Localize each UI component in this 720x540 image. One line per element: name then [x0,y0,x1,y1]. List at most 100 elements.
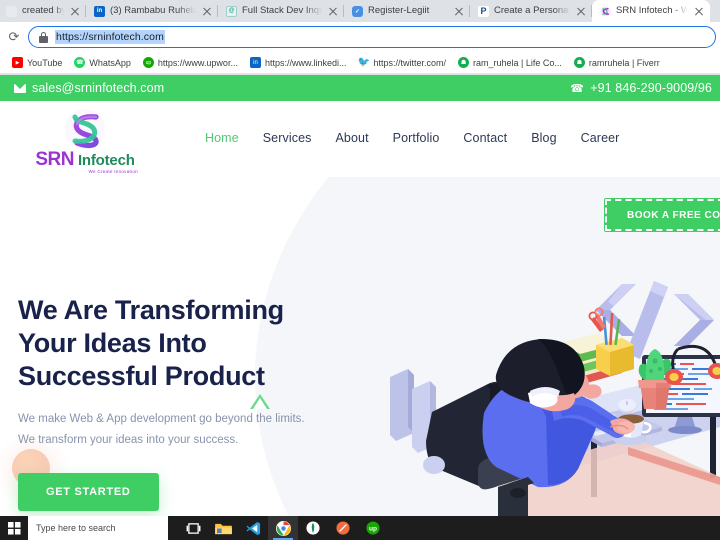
browser-tab[interactable]: ✓ Register-Legiit [344,0,470,22]
mongodb-compass-icon[interactable] [298,516,328,540]
chrome-glyph [275,520,291,536]
main-navigation: Home Services About Portfolio Contact Bl… [205,131,619,145]
tab-title: created by Ra [22,5,64,16]
bookmark-item[interactable]: in https://www.linkedi... [244,55,353,70]
email-text: sales@srninfotech.com [32,81,165,95]
bookmark-label: YouTube [27,57,63,68]
page-title: We Are Transforming Your Ideas Into Succ… [18,295,284,391]
bookmark-item[interactable]: up https://www.upwor... [137,55,244,70]
browser-tab[interactable]: created by Ra [0,0,86,22]
close-icon[interactable] [575,5,587,17]
tab-strip: created by Ra in (3) Rambabu Ruhela | @ … [0,0,720,22]
envelope-icon [14,83,26,93]
site-header: SRN Infotech We Create Innovation Home S… [0,101,720,177]
bookmark-label: https://www.linkedi... [264,57,347,68]
book-consultation-button[interactable]: BOOK A FREE CONSU [605,199,720,231]
paypal-icon: P [478,5,489,17]
bookmark-label: ram_ruhela | Life Co... [473,57,562,68]
tab-title: Register-Legiit [368,5,430,16]
nav-item-portfolio[interactable]: Portfolio [393,131,440,145]
bookmarks-bar: ▶ YouTube ☎ WhatsApp up https://www.upwo… [0,52,720,74]
file-explorer-icon[interactable] [208,516,238,540]
mouse [618,399,636,413]
nav-item-blog[interactable]: Blog [531,131,556,145]
site-logo[interactable]: SRN Infotech We Create Innovation [26,107,144,174]
whatsapp-icon: ☎ [74,57,86,68]
nav-item-home[interactable]: Home [205,131,239,145]
logo-secondary-text: Infotech [77,152,135,169]
legiit-icon: ✓ [352,5,363,17]
logo-wordmark: SRN Infotech [26,149,144,171]
reload-icon[interactable]: ⟳ [4,27,24,47]
green-lock-icon: ☗ [458,57,470,68]
srn-icon [600,5,611,17]
opera-glyph [336,521,350,535]
vscode-glyph [245,521,260,535]
bookmark-item[interactable]: ▶ YouTube [6,55,68,70]
bookmark-item[interactable]: ☗ ramruhela | Fiverr [568,55,666,70]
srn-swirl-logo [63,107,107,151]
hero-text-block: We Are Transforming Your Ideas Into Succ… [18,294,348,512]
search-placeholder: Type here to search [36,523,116,533]
close-icon[interactable] [69,5,81,17]
upwork-glyph: up [366,521,380,535]
upwork-icon[interactable]: up [358,516,388,540]
nav-item-services[interactable]: Services [263,131,312,145]
linkedin-icon: in [249,57,261,68]
taskbar-icons: up [178,516,388,540]
windows-logo-icon [7,521,21,535]
browser-tab[interactable]: in (3) Rambabu Ruhela | [86,0,218,22]
chrome-icon[interactable] [268,516,298,540]
address-bar[interactable]: https://srninfotech.com [28,26,716,48]
linkedin-icon: in [94,5,105,17]
close-icon[interactable] [693,5,705,17]
browser-window: created by Ra in (3) Rambabu Ruhela | @ … [0,0,720,516]
bookmark-item[interactable]: ☎ WhatsApp [68,55,137,70]
reload-glyph: ⟳ [8,29,20,44]
browser-tab-active[interactable]: SRN Infotech - Web & [592,0,710,22]
tab-title: Create a Personal or B [494,5,570,16]
vscode-icon[interactable] [238,516,268,540]
close-icon[interactable] [327,5,339,17]
bookmark-item[interactable]: ☗ ram_ruhela | Life Co... [452,55,568,70]
contact-email[interactable]: sales@srninfotech.com [14,81,164,95]
nav-item-about[interactable]: About [335,131,368,145]
green-lock-icon: ☗ [573,57,585,68]
get-started-button[interactable]: GET STARTED [18,473,159,512]
task-view-icon[interactable] [178,516,208,540]
svg-text:up: up [369,526,377,533]
srn-swirl-glyph [600,5,611,17]
mongodb-glyph [306,521,320,535]
bookmark-label: WhatsApp [89,57,131,68]
mail-icon: @ [226,5,237,17]
bookmark-item[interactable]: 🐦 https://twitter.com/ [353,55,453,70]
start-button[interactable] [0,516,28,540]
phone-text: +91 846-290-9009/96 [590,81,712,95]
srn-logo-glyph [65,109,105,149]
nav-item-career[interactable]: Career [581,131,620,145]
page-viewport: sales@srninfotech.com ☎ +91 846-290-9009… [0,75,720,516]
tab-title: Full Stack Dev Inquiry [242,5,322,16]
browser-toolbar: ⟳ https://srninfotech.com [0,22,720,52]
lock-icon [39,31,48,43]
upwork-icon: up [142,57,154,68]
site-contact-bar: sales@srninfotech.com ☎ +91 846-290-9009… [0,75,720,101]
bookmark-label: https://twitter.com/ [373,57,447,68]
browser-tab[interactable]: @ Full Stack Dev Inquiry [218,0,344,22]
close-icon[interactable] [453,5,465,17]
youtube-icon: ▶ [12,57,23,68]
close-icon[interactable] [201,5,213,17]
browser-tab[interactable]: P Create a Personal or B [470,0,592,22]
windows-taskbar: Type here to search up [0,516,720,540]
generic-favicon [6,5,17,17]
url-input[interactable]: https://srninfotech.com [55,30,165,44]
nav-item-contact[interactable]: Contact [463,131,507,145]
hero-subtitle: We make Web & App development go beyond … [18,412,305,447]
opera-icon[interactable] [328,516,358,540]
folder-glyph [214,523,232,534]
bookmark-label: https://www.upwor... [157,57,238,68]
search-input[interactable]: Type here to search [28,516,168,540]
twitter-icon: 🐦 [357,57,371,68]
contact-phone[interactable]: ☎ +91 846-290-9009/96 [570,81,712,95]
tab-title: (3) Rambabu Ruhela | [110,5,196,16]
